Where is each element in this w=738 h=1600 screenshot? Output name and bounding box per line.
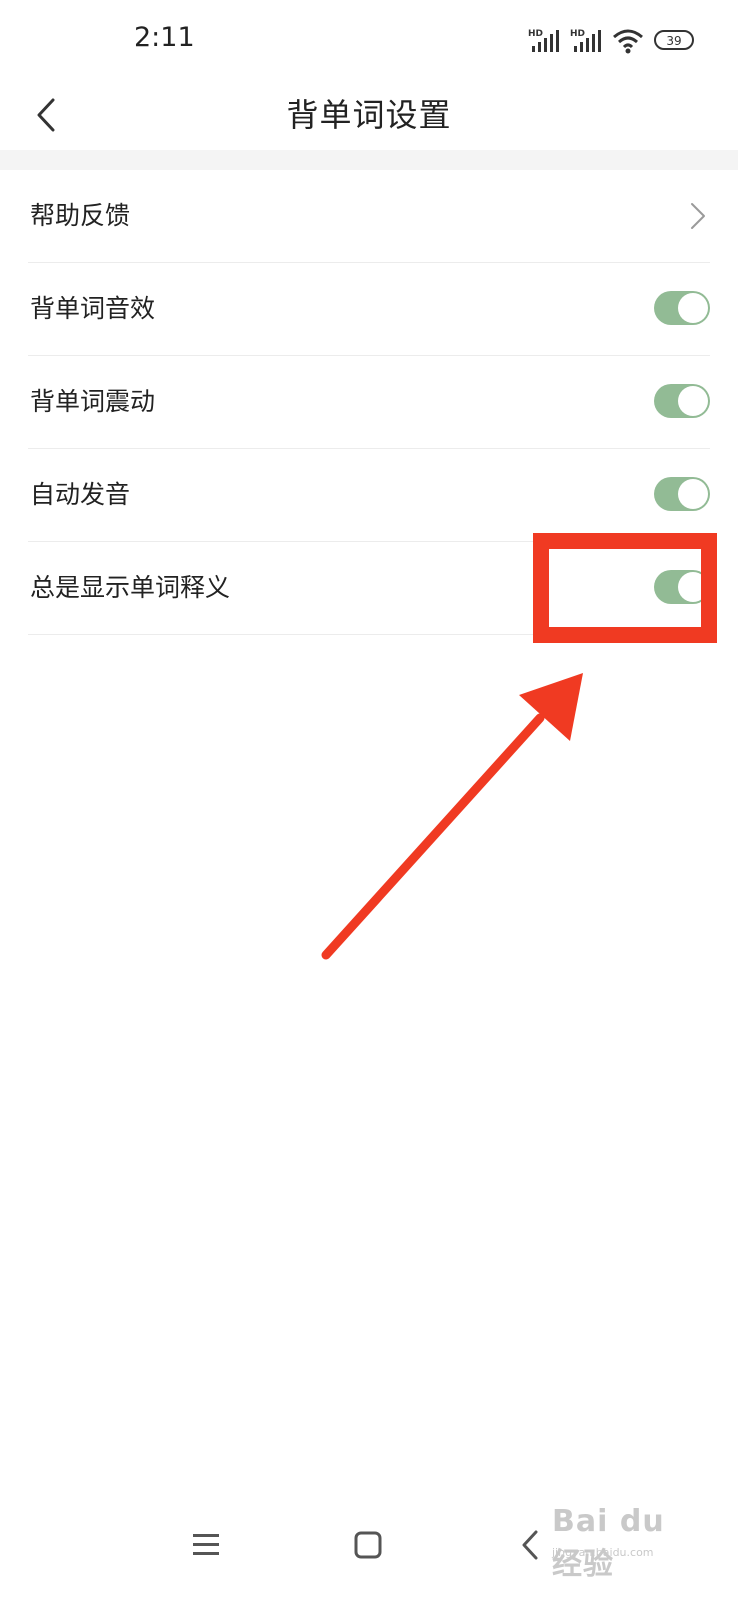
settings-row-vibration: 背单词震动 [28, 356, 710, 449]
watermark-url: jingyan.baidu.com [552, 1546, 654, 1559]
auto-pronounce-toggle[interactable] [654, 477, 710, 511]
battery-icon: 39 [654, 30, 694, 50]
back-button[interactable] [18, 80, 74, 150]
settings-row-label: 自动发音 [30, 480, 131, 509]
chevron-left-icon [37, 98, 55, 132]
battery-level: 39 [666, 34, 681, 48]
settings-row-help-feedback[interactable]: 帮助反馈 [28, 170, 710, 263]
vibration-toggle[interactable] [654, 384, 710, 418]
settings-row-show-definition: 总是显示单词释义 [28, 542, 710, 635]
baidu-watermark: Bai du 经验 jingyan.baidu.com [552, 1496, 702, 1582]
settings-row-label: 总是显示单词释义 [30, 573, 231, 602]
toggle-knob [678, 293, 708, 323]
toggle-knob [678, 479, 708, 509]
svg-text:HD: HD [528, 29, 543, 39]
page-title: 背单词设置 [286, 96, 452, 134]
chevron-right-icon [691, 203, 705, 229]
status-bar: 2:11 HD HD 39 [0, 0, 738, 80]
toggle-knob [678, 572, 708, 602]
header-bar: 背单词设置 [0, 80, 738, 150]
hd-signal-icon: HD [570, 29, 601, 52]
settings-row-auto-pronounce: 自动发音 [28, 449, 710, 542]
home-button[interactable] [338, 1520, 398, 1570]
back-triangle-icon [522, 1530, 538, 1560]
square-home-icon [354, 1531, 382, 1559]
annotation-arrow-shaft [321, 713, 545, 960]
status-icons: HD HD 39 [528, 26, 698, 58]
status-time: 2:11 [134, 22, 195, 53]
hd-signal-icon: HD [528, 29, 559, 52]
sound-effects-toggle[interactable] [654, 291, 710, 325]
show-definition-toggle[interactable] [654, 570, 710, 604]
settings-row-label: 背单词震动 [30, 387, 156, 416]
wifi-icon [613, 29, 643, 54]
toggle-knob [678, 386, 708, 416]
menu-button[interactable] [176, 1520, 236, 1570]
system-back-button[interactable] [500, 1520, 560, 1570]
settings-row-label: 帮助反馈 [30, 201, 131, 230]
annotation-arrowhead [519, 673, 583, 741]
watermark-logo: Bai du 经验 [552, 1504, 665, 1582]
settings-row-label: 背单词音效 [30, 294, 156, 323]
settings-row-sound-effects: 背单词音效 [28, 263, 710, 356]
section-divider [0, 150, 738, 170]
settings-list: 帮助反馈 背单词音效 背单词震动 自动发音 总是显示单词释义 [0, 170, 738, 635]
menu-icon [193, 1534, 219, 1555]
svg-text:HD: HD [570, 29, 585, 39]
